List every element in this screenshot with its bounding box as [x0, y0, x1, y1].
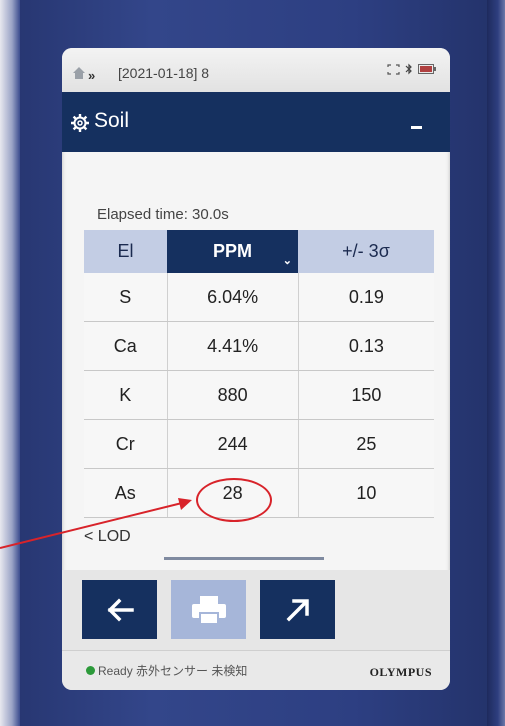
cell-ppm: 880: [168, 371, 299, 419]
back-arrow-icon: [107, 598, 134, 621]
device-screen: » [2021-01-18] 8 Soil Elapsed time: 30.0…: [62, 48, 450, 690]
device-body: » [2021-01-18] 8 Soil Elapsed time: 30.0…: [0, 0, 505, 726]
cell-sigma: 10: [356, 482, 377, 503]
export-arrow-icon: [286, 598, 309, 621]
table-row[interactable]: S 6.04% 0.19: [84, 273, 434, 322]
home-icon[interactable]: [72, 66, 86, 80]
header-element[interactable]: El: [84, 230, 167, 273]
cell-ppm: 6.04%: [168, 273, 299, 321]
status-bar: Ready 赤外センサー 未検知 OLYMPUS: [62, 650, 450, 690]
header-ppm-label: PPM: [212, 241, 252, 261]
gear-icon: [71, 114, 89, 132]
status-icons: [387, 63, 436, 75]
header-sigma[interactable]: +/- 3σ: [298, 230, 434, 273]
export-button[interactable]: [260, 580, 335, 639]
page-title: Soil: [94, 109, 130, 132]
printer-icon: [191, 595, 226, 625]
table-row[interactable]: Cr 244 25: [84, 420, 434, 469]
title-bar: Soil: [62, 92, 450, 152]
cell-element: Ca: [84, 322, 168, 370]
table-row[interactable]: K 880 150: [84, 371, 434, 420]
ready-indicator-icon: [86, 666, 95, 675]
cell-element: K: [84, 371, 168, 419]
table-header: El PPM ⌄ +/- 3σ: [84, 230, 434, 273]
device-edge-right: [487, 0, 505, 726]
cell-sigma: 0.13: [348, 335, 384, 356]
sort-icon: ⌄: [282, 255, 292, 267]
battery-icon: [418, 64, 436, 74]
cell-ppm: 244: [168, 420, 299, 468]
cell-sigma: 25: [356, 433, 377, 454]
bluetooth-icon: [405, 63, 412, 75]
device-edge-left: [0, 0, 20, 726]
breadcrumb[interactable]: [2021-01-18] 8: [118, 65, 209, 81]
chevron-right-icon: »: [88, 68, 95, 83]
cell-sigma: 150: [351, 384, 382, 405]
header-ppm[interactable]: PPM ⌄: [167, 230, 298, 273]
lod-toggle[interactable]: < LOD: [84, 528, 131, 546]
cell-element: S: [84, 273, 168, 321]
header-element-label: El: [117, 241, 134, 261]
cell-sigma: 0.19: [348, 286, 384, 307]
scroll-indicator[interactable]: [164, 557, 324, 560]
brand-logo: OLYMPUS: [369, 665, 432, 679]
annotation-circle: [196, 478, 272, 522]
back-button[interactable]: [82, 580, 157, 639]
cell-element: Cr: [84, 420, 168, 468]
status-text: Ready 赤外センサー 未検知: [98, 664, 248, 678]
header-sigma-label: +/- 3σ: [342, 241, 390, 261]
cell-element: As: [84, 469, 168, 517]
action-bar: [62, 570, 450, 650]
elapsed-time: Elapsed time: 30.0s: [97, 206, 229, 223]
print-button[interactable]: [171, 580, 246, 639]
top-bar: » [2021-01-18] 8: [62, 48, 450, 92]
table-row[interactable]: Ca 4.41% 0.13: [84, 322, 434, 371]
screen-icon: [387, 63, 400, 75]
results-table: El PPM ⌄ +/- 3σ S 6.04% 0.19 Ca 4.41% 0.…: [84, 230, 434, 518]
cell-ppm: 4.41%: [168, 322, 299, 370]
minimize-icon[interactable]: [411, 126, 422, 129]
